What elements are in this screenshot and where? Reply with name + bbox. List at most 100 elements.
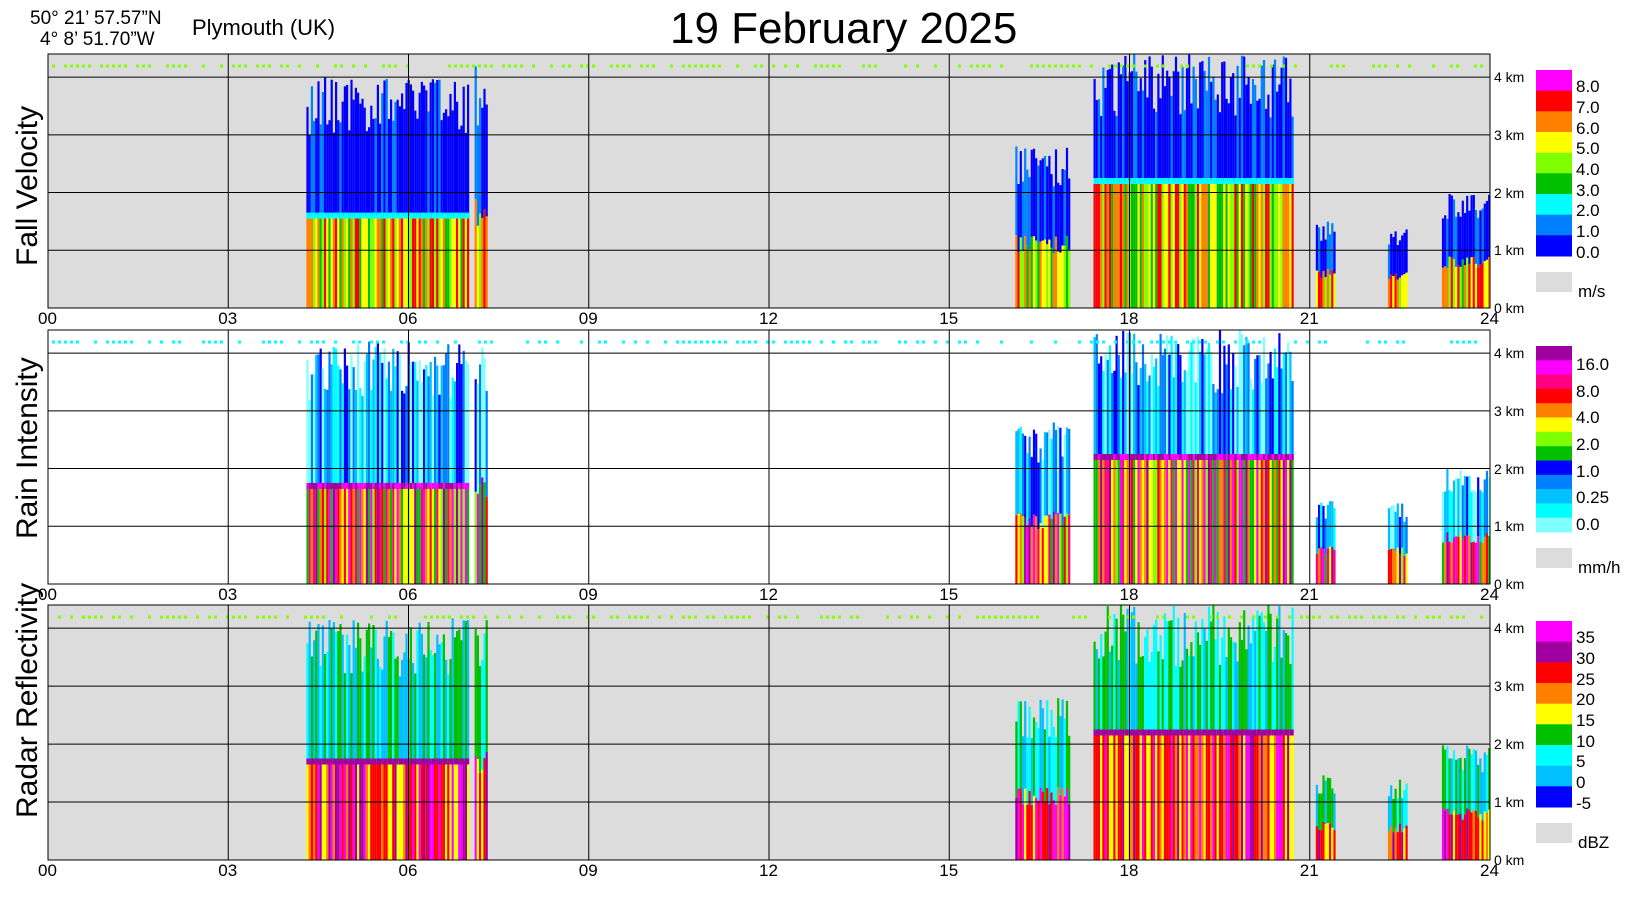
echo-column	[1115, 457, 1118, 584]
echo-column	[425, 485, 428, 584]
echo-column	[1474, 810, 1478, 860]
bright-band	[308, 482, 311, 489]
bright-band	[1247, 729, 1250, 736]
echo-column	[1039, 448, 1042, 523]
echo-column	[310, 86, 313, 216]
clutter-mark	[316, 615, 319, 619]
bright-band	[423, 482, 426, 489]
echo-column	[363, 215, 366, 308]
clutter-mark	[1336, 64, 1339, 68]
clutter-mark	[436, 615, 439, 619]
clutter-mark	[820, 64, 823, 68]
clutter-mark	[1246, 340, 1249, 344]
bright-band	[449, 758, 452, 765]
echo-column	[1223, 457, 1226, 584]
echo-column	[1405, 553, 1408, 584]
echo-column	[485, 104, 488, 217]
clutter-mark	[1330, 615, 1333, 619]
echo-column	[1284, 633, 1288, 733]
clutter-mark	[1384, 615, 1387, 619]
clutter-mark	[670, 64, 673, 68]
clutter-mark	[862, 340, 865, 344]
echo-column	[445, 109, 448, 216]
clutter-mark	[604, 340, 607, 344]
bright-band	[458, 482, 461, 489]
bright-band	[438, 212, 441, 219]
clutter-mark	[304, 615, 307, 619]
echo-column	[456, 630, 459, 762]
clutter-mark	[640, 64, 643, 68]
clutter-mark	[928, 615, 931, 619]
echo-column	[1485, 812, 1489, 860]
echo-column	[1188, 54, 1191, 181]
bright-band	[390, 758, 393, 765]
echo-column	[1212, 76, 1215, 181]
bright-band	[392, 482, 395, 489]
echo-column	[1240, 181, 1244, 308]
echo-column	[442, 215, 445, 308]
echo-column	[1315, 517, 1318, 554]
echo-column	[1185, 371, 1189, 457]
bright-band	[414, 212, 417, 219]
echo-column	[1177, 732, 1180, 860]
echo-column	[483, 209, 486, 308]
legend-label: 1.0	[1576, 221, 1600, 241]
y-tick-label: 0 km	[1494, 576, 1525, 592]
clutter-mark	[874, 340, 877, 344]
echo-column	[1152, 732, 1156, 860]
clutter-mark	[1456, 615, 1459, 619]
bright-band	[372, 758, 375, 765]
echo-column	[1065, 700, 1069, 789]
echo-column	[1405, 516, 1408, 554]
echo-column	[427, 215, 430, 308]
echo-column	[372, 119, 375, 216]
bright-band	[315, 758, 318, 765]
echo-column	[1115, 115, 1118, 181]
legend-swatch	[1536, 194, 1572, 216]
clutter-mark	[1378, 64, 1381, 68]
echo-column	[451, 761, 454, 860]
echo-column	[464, 132, 467, 216]
clutter-mark	[1468, 340, 1471, 344]
echo-column	[1444, 749, 1447, 811]
bright-band	[346, 212, 349, 219]
echo-column	[1273, 457, 1277, 584]
bright-band	[1126, 178, 1129, 184]
echo-column	[462, 350, 465, 486]
echo-column	[1106, 457, 1109, 584]
echo-column	[1177, 71, 1180, 181]
echo-column	[339, 215, 342, 308]
echo-column	[1117, 457, 1120, 584]
legend-unit: dBZ	[1578, 833, 1610, 852]
echo-column	[390, 99, 393, 216]
echo-column	[1057, 787, 1060, 860]
echo-column	[1251, 732, 1255, 860]
echo-column	[1225, 732, 1228, 860]
bright-band	[1199, 454, 1202, 460]
echo-column	[310, 656, 313, 762]
echo-column	[1179, 355, 1182, 457]
echo-column	[1028, 249, 1031, 308]
echo-column	[1212, 457, 1215, 584]
echo-column	[1485, 259, 1489, 308]
echo-column	[1137, 181, 1140, 308]
echo-column	[1028, 517, 1031, 584]
echo-column	[335, 348, 338, 486]
clutter-mark	[916, 64, 919, 68]
bright-band	[341, 758, 344, 765]
echo-column	[1450, 542, 1453, 584]
clutter-mark	[220, 340, 223, 344]
bright-band	[1135, 729, 1138, 736]
legend-nodata-swatch	[1536, 548, 1572, 568]
echo-column	[427, 761, 430, 860]
echo-column	[1133, 54, 1136, 182]
echo-column	[1150, 651, 1153, 733]
echo-column	[1035, 158, 1038, 241]
echo-column	[1457, 536, 1460, 584]
bright-band	[1152, 178, 1156, 184]
bright-band	[449, 482, 452, 489]
echo-column	[1287, 102, 1290, 181]
bright-band	[1258, 454, 1261, 460]
echo-column	[1479, 490, 1482, 542]
echo-column	[1104, 181, 1107, 308]
